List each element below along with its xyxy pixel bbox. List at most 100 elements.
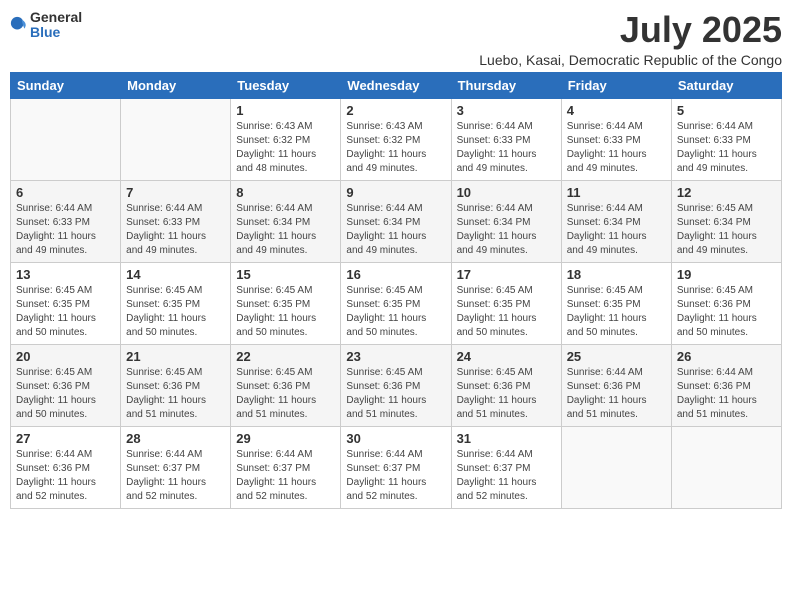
day-number: 2: [346, 103, 445, 118]
day-info: Sunrise: 6:44 AM Sunset: 6:34 PM Dayligh…: [567, 202, 666, 258]
calendar-cell: 29Sunrise: 6:44 AM Sunset: 6:37 PM Dayli…: [231, 426, 341, 508]
day-info: Sunrise: 6:45 AM Sunset: 6:36 PM Dayligh…: [16, 366, 115, 422]
day-header-sunday: Sunday: [11, 72, 121, 98]
calendar-cell: 14 Sunrise: 6:45 AM Sunset: 6:35 PM Dayli…: [121, 262, 231, 344]
calendar-week-row: 1Sunrise: 6:43 AM Sunset: 6:32 PM Daylig…: [11, 98, 782, 180]
day-info: Sunrise: 6:43 AM Sunset: 6:32 PM Dayligh…: [236, 120, 335, 176]
calendar-cell: 9 Sunrise: 6:44 AM Sunset: 6:34 PM Daylig…: [341, 180, 451, 262]
logo-icon: [10, 16, 28, 34]
calendar-cell: 2 Sunrise: 6:43 AM Sunset: 6:32 PM Daylig…: [341, 98, 451, 180]
calendar-week-row: 6 Sunrise: 6:44 AM Sunset: 6:33 PM Daylig…: [11, 180, 782, 262]
logo-general: General: [30, 10, 82, 25]
calendar-cell: 15 Sunrise: 6:45 AM Sunset: 6:35 PM Dayli…: [231, 262, 341, 344]
day-number: 23: [346, 349, 445, 364]
calendar-week-row: 13 Sunrise: 6:45 AM Sunset: 6:35 PM Dayli…: [11, 262, 782, 344]
calendar-header-row: SundayMondayTuesdayWednesdayThursdayFrid…: [11, 72, 782, 98]
day-info: Sunrise: 6:45 AM Sunset: 6:35 PM Dayligh…: [16, 284, 115, 340]
calendar-cell: 11 Sunrise: 6:44 AM Sunset: 6:34 PM Dayli…: [561, 180, 671, 262]
day-info: Sunrise: 6:44 AM Sunset: 6:33 PM Dayligh…: [457, 120, 556, 176]
day-info: Sunrise: 6:45 AM Sunset: 6:35 PM Dayligh…: [346, 284, 445, 340]
calendar-cell: 30Sunrise: 6:44 AM Sunset: 6:37 PM Dayli…: [341, 426, 451, 508]
calendar-cell: 20 Sunrise: 6:45 AM Sunset: 6:36 PM Dayli…: [11, 344, 121, 426]
day-number: 10: [457, 185, 556, 200]
calendar-cell: [121, 98, 231, 180]
day-info: Sunrise: 6:44 AM Sunset: 6:36 PM Dayligh…: [16, 448, 115, 504]
day-info: Sunrise: 6:44 AM Sunset: 6:34 PM Dayligh…: [457, 202, 556, 258]
day-info: Sunrise: 6:45 AM Sunset: 6:36 PM Dayligh…: [457, 366, 556, 422]
day-info: Sunrise: 6:44 AM Sunset: 6:37 PM Dayligh…: [346, 448, 445, 504]
day-info: Sunrise: 6:44 AM Sunset: 6:34 PM Dayligh…: [236, 202, 335, 258]
calendar-week-row: 27 Sunrise: 6:44 AM Sunset: 6:36 PM Dayli…: [11, 426, 782, 508]
day-number: 31: [457, 431, 556, 446]
day-number: 13: [16, 267, 115, 282]
day-number: 16: [346, 267, 445, 282]
day-number: 22: [236, 349, 335, 364]
day-number: 25: [567, 349, 666, 364]
day-info: Sunrise: 6:44 AM Sunset: 6:37 PM Dayligh…: [126, 448, 225, 504]
day-info: Sunrise: 6:45 AM Sunset: 6:34 PM Dayligh…: [677, 202, 776, 258]
day-number: 21: [126, 349, 225, 364]
calendar-cell: 13 Sunrise: 6:45 AM Sunset: 6:35 PM Dayli…: [11, 262, 121, 344]
logo: General Blue: [10, 10, 82, 41]
title-area: July 2025 Luebo, Kasai, Democratic Repub…: [479, 10, 782, 68]
calendar-cell: 12 Sunrise: 6:45 AM Sunset: 6:34 PM Dayli…: [671, 180, 781, 262]
day-number: 20: [16, 349, 115, 364]
day-header-thursday: Thursday: [451, 72, 561, 98]
day-info: Sunrise: 6:43 AM Sunset: 6:32 PM Dayligh…: [346, 120, 445, 176]
day-number: 17: [457, 267, 556, 282]
calendar-cell: [11, 98, 121, 180]
day-info: Sunrise: 6:44 AM Sunset: 6:34 PM Dayligh…: [346, 202, 445, 258]
day-number: 14: [126, 267, 225, 282]
day-info: Sunrise: 6:45 AM Sunset: 6:36 PM Dayligh…: [677, 284, 776, 340]
calendar-cell: 19 Sunrise: 6:45 AM Sunset: 6:36 PM Dayli…: [671, 262, 781, 344]
calendar-cell: 4Sunrise: 6:44 AM Sunset: 6:33 PM Daylig…: [561, 98, 671, 180]
day-number: 7: [126, 185, 225, 200]
day-number: 6: [16, 185, 115, 200]
day-header-saturday: Saturday: [671, 72, 781, 98]
calendar-cell: 21 Sunrise: 6:45 AM Sunset: 6:36 PM Dayli…: [121, 344, 231, 426]
day-info: Sunrise: 6:45 AM Sunset: 6:35 PM Dayligh…: [457, 284, 556, 340]
calendar-cell: 24 Sunrise: 6:45 AM Sunset: 6:36 PM Dayli…: [451, 344, 561, 426]
day-number: 26: [677, 349, 776, 364]
day-info: Sunrise: 6:45 AM Sunset: 6:36 PM Dayligh…: [346, 366, 445, 422]
day-number: 11: [567, 185, 666, 200]
day-number: 15: [236, 267, 335, 282]
day-number: 27: [16, 431, 115, 446]
day-number: 28: [126, 431, 225, 446]
calendar-cell: 23 Sunrise: 6:45 AM Sunset: 6:36 PM Dayli…: [341, 344, 451, 426]
day-info: Sunrise: 6:44 AM Sunset: 6:36 PM Dayligh…: [567, 366, 666, 422]
day-info: Sunrise: 6:44 AM Sunset: 6:33 PM Dayligh…: [126, 202, 225, 258]
day-info: Sunrise: 6:45 AM Sunset: 6:35 PM Dayligh…: [236, 284, 335, 340]
calendar-cell: 18Sunrise: 6:45 AM Sunset: 6:35 PM Dayli…: [561, 262, 671, 344]
calendar-cell: 28 Sunrise: 6:44 AM Sunset: 6:37 PM Dayli…: [121, 426, 231, 508]
day-header-tuesday: Tuesday: [231, 72, 341, 98]
logo-blue: Blue: [30, 25, 82, 40]
day-header-friday: Friday: [561, 72, 671, 98]
location-title: Luebo, Kasai, Democratic Republic of the…: [479, 52, 782, 68]
day-number: 5: [677, 103, 776, 118]
day-number: 9: [346, 185, 445, 200]
calendar-cell: 31 Sunrise: 6:44 AM Sunset: 6:37 PM Dayli…: [451, 426, 561, 508]
calendar-cell: 26 Sunrise: 6:44 AM Sunset: 6:36 PM Dayli…: [671, 344, 781, 426]
day-info: Sunrise: 6:45 AM Sunset: 6:36 PM Dayligh…: [126, 366, 225, 422]
day-number: 4: [567, 103, 666, 118]
day-number: 19: [677, 267, 776, 282]
calendar-cell: [561, 426, 671, 508]
calendar-cell: 16 Sunrise: 6:45 AM Sunset: 6:35 PM Dayli…: [341, 262, 451, 344]
day-header-wednesday: Wednesday: [341, 72, 451, 98]
day-info: Sunrise: 6:44 AM Sunset: 6:37 PM Dayligh…: [457, 448, 556, 504]
day-header-monday: Monday: [121, 72, 231, 98]
day-info: Sunrise: 6:45 AM Sunset: 6:35 PM Dayligh…: [126, 284, 225, 340]
day-number: 8: [236, 185, 335, 200]
calendar-cell: 1Sunrise: 6:43 AM Sunset: 6:32 PM Daylig…: [231, 98, 341, 180]
day-info: Sunrise: 6:44 AM Sunset: 6:36 PM Dayligh…: [677, 366, 776, 422]
calendar-cell: 25 Sunrise: 6:44 AM Sunset: 6:36 PM Dayli…: [561, 344, 671, 426]
day-number: 12: [677, 185, 776, 200]
calendar-table: SundayMondayTuesdayWednesdayThursdayFrid…: [10, 72, 782, 509]
calendar-cell: 8 Sunrise: 6:44 AM Sunset: 6:34 PM Daylig…: [231, 180, 341, 262]
calendar-cell: 17 Sunrise: 6:45 AM Sunset: 6:35 PM Dayli…: [451, 262, 561, 344]
calendar-cell: 10 Sunrise: 6:44 AM Sunset: 6:34 PM Dayli…: [451, 180, 561, 262]
calendar-cell: 27 Sunrise: 6:44 AM Sunset: 6:36 PM Dayli…: [11, 426, 121, 508]
day-info: Sunrise: 6:44 AM Sunset: 6:37 PM Dayligh…: [236, 448, 335, 504]
day-number: 24: [457, 349, 556, 364]
